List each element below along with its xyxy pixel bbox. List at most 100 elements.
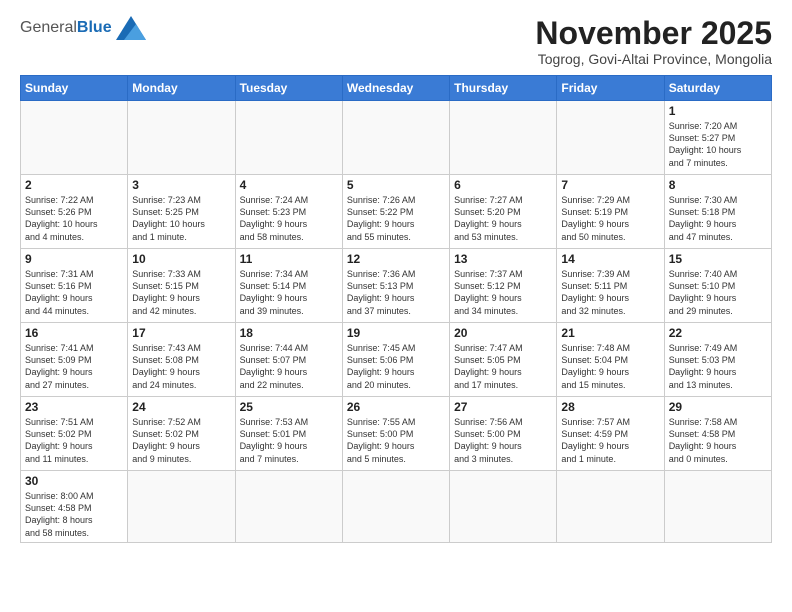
table-row: 5 Sunrise: 7:26 AM Sunset: 5:22 PM Daylig… bbox=[342, 175, 449, 249]
day-number: 27 bbox=[454, 400, 552, 414]
header-sunday: Sunday bbox=[21, 76, 128, 101]
table-row: 26Sunrise: 7:55 AM Sunset: 5:00 PM Dayli… bbox=[342, 397, 449, 471]
table-row: 15Sunrise: 7:40 AM Sunset: 5:10 PM Dayli… bbox=[664, 249, 771, 323]
day-info: Sunrise: 7:31 AM Sunset: 5:16 PM Dayligh… bbox=[25, 268, 123, 317]
table-row: 27 Sunrise: 7:56 AM Sunset: 5:00 PM Dayli… bbox=[450, 397, 557, 471]
table-row: 1 Sunrise: 7:20 AM Sunset: 5:27 PM Daylig… bbox=[664, 101, 771, 175]
day-number: 16 bbox=[25, 326, 123, 340]
table-row bbox=[235, 101, 342, 175]
day-number: 10 bbox=[132, 252, 230, 266]
day-number: 25 bbox=[240, 400, 338, 414]
day-info: Sunrise: 7:39 AM Sunset: 5:11 PM Dayligh… bbox=[561, 268, 659, 317]
header-thursday: Thursday bbox=[450, 76, 557, 101]
day-number: 6 bbox=[454, 178, 552, 192]
calendar-header-row: Sunday Monday Tuesday Wednesday Thursday… bbox=[21, 76, 772, 101]
logo-blue-text: Blue bbox=[77, 19, 112, 37]
day-number: 20 bbox=[454, 326, 552, 340]
day-info: Sunrise: 7:36 AM Sunset: 5:13 PM Dayligh… bbox=[347, 268, 445, 317]
logo-general-text: General bbox=[20, 19, 77, 37]
day-info: Sunrise: 7:53 AM Sunset: 5:01 PM Dayligh… bbox=[240, 416, 338, 465]
page: General Blue November 2025 Togrog, Govi-… bbox=[0, 0, 792, 553]
day-info: Sunrise: 7:33 AM Sunset: 5:15 PM Dayligh… bbox=[132, 268, 230, 317]
calendar: Sunday Monday Tuesday Wednesday Thursday… bbox=[20, 75, 772, 543]
table-row: 24Sunrise: 7:52 AM Sunset: 5:02 PM Dayli… bbox=[128, 397, 235, 471]
table-row: 30Sunrise: 8:00 AM Sunset: 4:58 PM Dayli… bbox=[21, 471, 128, 543]
header: General Blue November 2025 Togrog, Govi-… bbox=[20, 16, 772, 67]
logo: General Blue bbox=[20, 16, 146, 40]
logo-icon bbox=[116, 16, 146, 40]
day-info: Sunrise: 7:52 AM Sunset: 5:02 PM Dayligh… bbox=[132, 416, 230, 465]
day-info: Sunrise: 7:45 AM Sunset: 5:06 PM Dayligh… bbox=[347, 342, 445, 391]
day-number: 28 bbox=[561, 400, 659, 414]
day-number: 22 bbox=[669, 326, 767, 340]
table-row: 17 Sunrise: 7:43 AM Sunset: 5:08 PM Dayli… bbox=[128, 323, 235, 397]
table-row: 9 Sunrise: 7:31 AM Sunset: 5:16 PM Daylig… bbox=[21, 249, 128, 323]
table-row: 21 Sunrise: 7:48 AM Sunset: 5:04 PM Dayli… bbox=[557, 323, 664, 397]
table-row: 25 Sunrise: 7:53 AM Sunset: 5:01 PM Dayli… bbox=[235, 397, 342, 471]
day-number: 7 bbox=[561, 178, 659, 192]
table-row bbox=[342, 471, 449, 543]
day-number: 13 bbox=[454, 252, 552, 266]
table-row: 18 Sunrise: 7:44 AM Sunset: 5:07 PM Dayli… bbox=[235, 323, 342, 397]
day-info: Sunrise: 7:49 AM Sunset: 5:03 PM Dayligh… bbox=[669, 342, 767, 391]
day-info: Sunrise: 7:20 AM Sunset: 5:27 PM Dayligh… bbox=[669, 120, 767, 169]
day-number: 12 bbox=[347, 252, 445, 266]
table-row bbox=[128, 471, 235, 543]
day-number: 11 bbox=[240, 252, 338, 266]
day-number: 21 bbox=[561, 326, 659, 340]
table-row: 20 Sunrise: 7:47 AM Sunset: 5:05 PM Dayli… bbox=[450, 323, 557, 397]
logo-area: General Blue bbox=[20, 16, 146, 40]
table-row bbox=[557, 101, 664, 175]
day-info: Sunrise: 7:51 AM Sunset: 5:02 PM Dayligh… bbox=[25, 416, 123, 465]
day-info: Sunrise: 7:24 AM Sunset: 5:23 PM Dayligh… bbox=[240, 194, 338, 243]
day-info: Sunrise: 7:55 AM Sunset: 5:00 PM Dayligh… bbox=[347, 416, 445, 465]
day-info: Sunrise: 7:27 AM Sunset: 5:20 PM Dayligh… bbox=[454, 194, 552, 243]
day-number: 14 bbox=[561, 252, 659, 266]
table-row bbox=[235, 471, 342, 543]
day-number: 29 bbox=[669, 400, 767, 414]
header-monday: Monday bbox=[128, 76, 235, 101]
table-row: 22 Sunrise: 7:49 AM Sunset: 5:03 PM Dayli… bbox=[664, 323, 771, 397]
day-number: 23 bbox=[25, 400, 123, 414]
table-row: 28Sunrise: 7:57 AM Sunset: 4:59 PM Dayli… bbox=[557, 397, 664, 471]
day-number: 15 bbox=[669, 252, 767, 266]
table-row: 29 Sunrise: 7:58 AM Sunset: 4:58 PM Dayli… bbox=[664, 397, 771, 471]
table-row: 3 Sunrise: 7:23 AM Sunset: 5:25 PM Daylig… bbox=[128, 175, 235, 249]
day-number: 18 bbox=[240, 326, 338, 340]
table-row bbox=[664, 471, 771, 543]
table-row: 8Sunrise: 7:30 AM Sunset: 5:18 PM Daylig… bbox=[664, 175, 771, 249]
day-number: 17 bbox=[132, 326, 230, 340]
day-info: Sunrise: 7:47 AM Sunset: 5:05 PM Dayligh… bbox=[454, 342, 552, 391]
day-number: 8 bbox=[669, 178, 767, 192]
day-info: Sunrise: 7:48 AM Sunset: 5:04 PM Dayligh… bbox=[561, 342, 659, 391]
table-row bbox=[450, 471, 557, 543]
table-row bbox=[21, 101, 128, 175]
table-row: 7 Sunrise: 7:29 AM Sunset: 5:19 PM Daylig… bbox=[557, 175, 664, 249]
day-info: Sunrise: 7:37 AM Sunset: 5:12 PM Dayligh… bbox=[454, 268, 552, 317]
table-row bbox=[128, 101, 235, 175]
title-area: November 2025 Togrog, Govi-Altai Provinc… bbox=[535, 16, 772, 67]
day-number: 3 bbox=[132, 178, 230, 192]
day-info: Sunrise: 7:41 AM Sunset: 5:09 PM Dayligh… bbox=[25, 342, 123, 391]
table-row: 12 Sunrise: 7:36 AM Sunset: 5:13 PM Dayli… bbox=[342, 249, 449, 323]
header-tuesday: Tuesday bbox=[235, 76, 342, 101]
day-number: 1 bbox=[669, 104, 767, 118]
day-info: Sunrise: 7:23 AM Sunset: 5:25 PM Dayligh… bbox=[132, 194, 230, 243]
day-info: Sunrise: 7:43 AM Sunset: 5:08 PM Dayligh… bbox=[132, 342, 230, 391]
table-row: 4Sunrise: 7:24 AM Sunset: 5:23 PM Daylig… bbox=[235, 175, 342, 249]
month-title: November 2025 bbox=[535, 16, 772, 51]
table-row: 6 Sunrise: 7:27 AM Sunset: 5:20 PM Daylig… bbox=[450, 175, 557, 249]
header-friday: Friday bbox=[557, 76, 664, 101]
header-saturday: Saturday bbox=[664, 76, 771, 101]
day-number: 5 bbox=[347, 178, 445, 192]
day-number: 19 bbox=[347, 326, 445, 340]
day-info: Sunrise: 7:58 AM Sunset: 4:58 PM Dayligh… bbox=[669, 416, 767, 465]
day-info: Sunrise: 7:26 AM Sunset: 5:22 PM Dayligh… bbox=[347, 194, 445, 243]
day-info: Sunrise: 7:22 AM Sunset: 5:26 PM Dayligh… bbox=[25, 194, 123, 243]
day-info: Sunrise: 7:56 AM Sunset: 5:00 PM Dayligh… bbox=[454, 416, 552, 465]
day-number: 9 bbox=[25, 252, 123, 266]
table-row: 19 Sunrise: 7:45 AM Sunset: 5:06 PM Dayli… bbox=[342, 323, 449, 397]
day-info: Sunrise: 7:44 AM Sunset: 5:07 PM Dayligh… bbox=[240, 342, 338, 391]
day-info: Sunrise: 7:29 AM Sunset: 5:19 PM Dayligh… bbox=[561, 194, 659, 243]
table-row bbox=[342, 101, 449, 175]
